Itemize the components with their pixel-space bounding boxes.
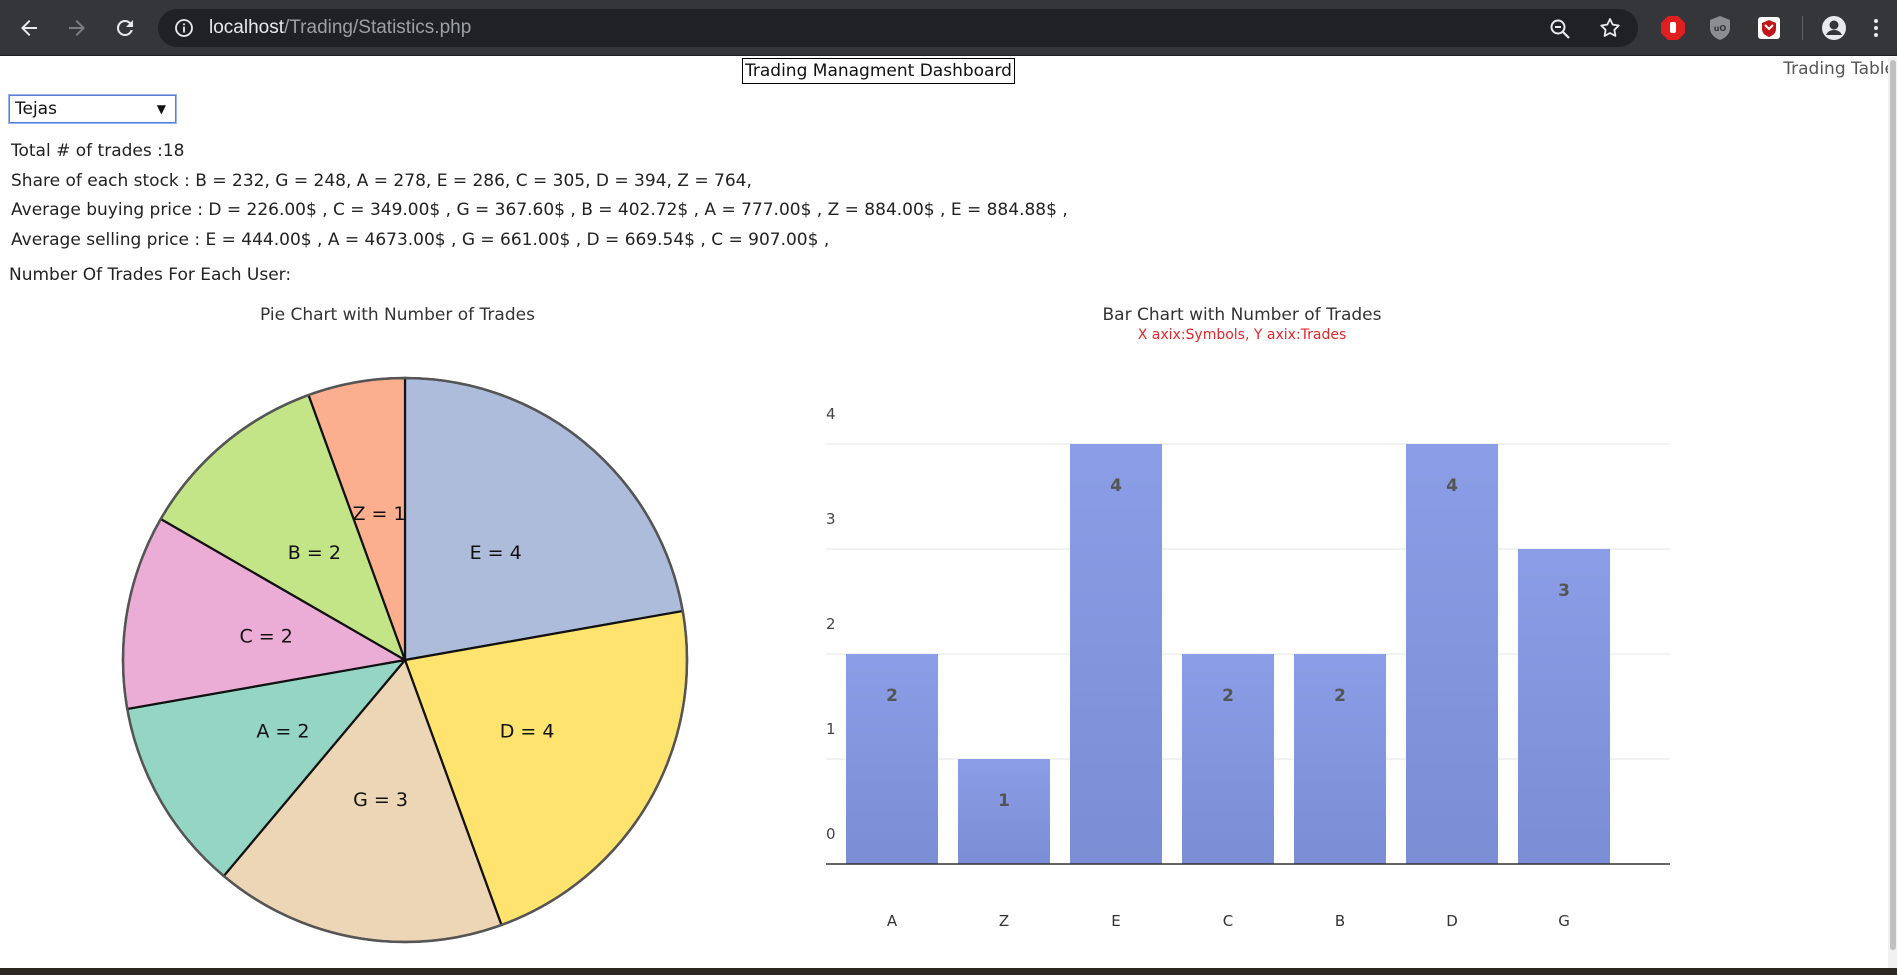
bar-value-label: 4 [1110, 476, 1122, 496]
bar-e[interactable] [1070, 444, 1162, 864]
x-tick-label: C [1223, 912, 1233, 930]
bar-value-label: 2 [1222, 686, 1234, 706]
profile-avatar-icon[interactable] [1820, 14, 1848, 42]
pie-chart-title: Pie Chart with Number of Trades [260, 305, 535, 325]
y-tick-label: 3 [826, 510, 836, 528]
pie-slice-label-c: C = 2 [239, 626, 292, 648]
forward-button[interactable] [59, 10, 95, 46]
svg-text:uO: uO [1714, 24, 1727, 33]
stat-average-selling-price: Average selling price : E = 444.00$ , A … [11, 229, 830, 250]
pie-slice-label-g: G = 3 [353, 789, 408, 811]
pie-slice-label-z: Z = 1 [352, 503, 405, 525]
stat-total-trades: Total # of trades :18 [11, 141, 185, 161]
zoom-icon[interactable] [1548, 17, 1572, 41]
reload-icon [116, 19, 133, 36]
pie-chart: E = 4 D = 4 G = 3 A = 2 C = 2 B = 2 Z = 1 [121, 376, 689, 944]
trades-per-user-heading: Number Of Trades For Each User: [9, 265, 292, 285]
pie-slice-label-b: B = 2 [288, 542, 341, 564]
bar-value-label: 3 [1558, 581, 1570, 601]
bar-z[interactable] [958, 759, 1050, 864]
pie-slice-label-e: E = 4 [470, 542, 522, 564]
trading-table-link[interactable]: Trading Table [1783, 59, 1895, 79]
y-tick-label: 2 [826, 615, 836, 633]
bar-value-label: 1 [998, 791, 1010, 811]
bar-value-label: 2 [1334, 686, 1346, 706]
user-select-dropdown[interactable]: Tejas ▼ [8, 94, 177, 124]
user-select-value: Tejas [15, 99, 57, 119]
page-scrollbar-thumb[interactable] [1890, 60, 1896, 950]
ublock-shield-icon[interactable]: uO [1706, 14, 1734, 42]
stop-hand-extension-icon[interactable] [1659, 14, 1687, 42]
x-tick-label: D [1446, 912, 1458, 930]
stat-share-each-stock: Share of each stock : B = 232, G = 248, … [11, 170, 752, 191]
url-text: localhost/Trading/Statistics.php [209, 17, 472, 38]
trade-stats: Total # of trades :18 Share of each stoc… [11, 137, 1068, 255]
bar-d[interactable] [1406, 444, 1498, 864]
back-button[interactable] [11, 10, 47, 46]
stat-average-buying-price: Average buying price : D = 226.00$ , C =… [11, 200, 1068, 221]
x-tick-label: B [1335, 912, 1345, 930]
y-tick-label: 0 [826, 825, 836, 843]
browser-toolbar: localhost/Trading/Statistics.php uO [0, 0, 1897, 56]
bar-value-label: 4 [1446, 476, 1458, 496]
dropdown-caret-icon: ▼ [156, 102, 166, 116]
arrow-right-icon [69, 20, 85, 36]
toolbar-separator [1802, 16, 1803, 40]
os-taskbar-edge [0, 968, 1897, 975]
bar-value-label: 2 [886, 686, 898, 706]
bar-chart: 0 1 2 3 4 2 A 1 Z 4 E 2 C 2 B 4 D 3 G [826, 405, 1670, 930]
x-tick-label: A [887, 912, 898, 930]
bar-chart-title: Bar Chart with Number of Trades [1102, 305, 1382, 325]
mcafee-shield-icon[interactable] [1755, 14, 1783, 42]
y-tick-label: 4 [826, 405, 836, 423]
pie-slice-label-a: A = 2 [256, 721, 309, 743]
page-title: Trading Managment Dashboard [742, 58, 1015, 84]
pie-slice-label-d: D = 4 [500, 721, 555, 743]
reload-button[interactable] [107, 10, 143, 46]
page-content: Trading Managment Dashboard Trading Tabl… [0, 57, 1897, 968]
info-icon[interactable] [174, 18, 194, 38]
arrow-left-icon [21, 20, 37, 36]
y-tick-label: 1 [826, 720, 836, 738]
address-bar[interactable]: localhost/Trading/Statistics.php [158, 9, 1638, 47]
x-tick-label: G [1558, 912, 1570, 930]
x-tick-label: Z [999, 912, 1009, 930]
bookmark-star-icon[interactable] [1598, 16, 1622, 40]
x-tick-label: E [1111, 912, 1120, 930]
kebab-menu-icon[interactable] [1862, 14, 1890, 42]
